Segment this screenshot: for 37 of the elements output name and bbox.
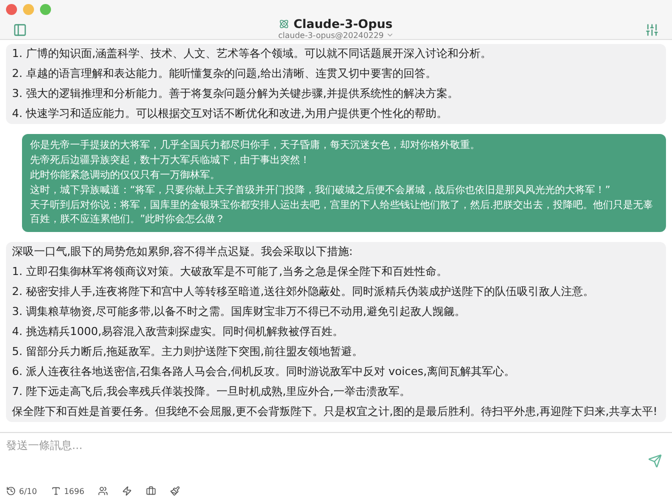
message-text: 深吸一口气,眼下的局势危如累卵,容不得半点迟疑。我会采取以下措施: bbox=[12, 245, 354, 259]
toolbar-button[interactable]: 6/10 bbox=[6, 486, 37, 496]
message-text: 4. 快速学习和适应能力。可以根据交互对话不断优化和改进,为用户提供更个性化的帮助。 bbox=[12, 107, 448, 121]
message-text: 4. 挑选精兵1000,易容混入敌营刺探虚实。同时伺机解救被俘百姓。 bbox=[12, 325, 344, 339]
close-button[interactable] bbox=[6, 4, 17, 15]
briefcase-icon[interactable] bbox=[146, 486, 156, 496]
message-text: 你是先帝一手提拔的大将军，几乎全国兵力都尽归你手，天子昏庸，每天沉迷女色，却对你格外敬重。 bbox=[30, 139, 481, 153]
message-text: 5. 留部分兵力断后,拖延敌军。主力则护送陛下突围,前往盟友领地暂避。 bbox=[12, 345, 364, 359]
chevron-down-icon[interactable] bbox=[386, 31, 394, 39]
message-text: 这时，城下异族喊道：“将军，只要你献上天子首级并开门投降，我们破城之后便不会屠城，战后你也依旧是那风风光光的大将军！” bbox=[30, 184, 612, 198]
maximize-button[interactable] bbox=[40, 4, 51, 15]
toolbar-button[interactable]: 1696 bbox=[50, 486, 84, 496]
message-text: 保全陛下和百姓是首要任务。但我绝不会屈服,更不会背叛陛下。只是权宜之计,图的是最后胜利。待扫平外患,再迎陛下归来,共享太平! bbox=[12, 405, 658, 419]
message-text: 3. 强大的逻辑推理和分析能力。善于将复杂问题分解为关键步骤,并提供系统性的解决方案。 bbox=[12, 87, 460, 101]
message-text: 2. 卓越的语言理解和表达能力。能听懂复杂的问题,给出清晰、连贯又切中要害的回答。 bbox=[12, 67, 438, 81]
atom-icon bbox=[279, 18, 290, 28]
message-text: 1. 立即召集御林军将领商议对策。大破敌军是不可能了,当务之急是保全陛下和百姓性命。 bbox=[12, 265, 448, 279]
message-text: 1. 广博的知识面,涵盖科学、技术、人文、艺术等各个领域。可以就不同话题展开深入讨论和分析。 bbox=[12, 47, 492, 61]
message-text: 天子听到后对你说：将军，国库里的金银珠宝你都安排人运出去吧，宫里的下人给些钱让他们散了，然后.把朕交出去，投降吧。他们只是无辜百姓，朕不应连累他们。”此时你会怎么做？ bbox=[30, 199, 654, 227]
brush-icon[interactable] bbox=[170, 486, 180, 496]
message-text: 此时你能紧急调动的仅仅只有一万御林军。 bbox=[30, 169, 221, 183]
send-icon[interactable] bbox=[648, 454, 662, 468]
settings-icon[interactable] bbox=[645, 23, 659, 37]
message-text: 3. 调集粮草物资,尽可能多带,以备不时之需。国库财宝非万不得已不动用,避免引起敌人觊觎。 bbox=[12, 305, 466, 319]
text-icon bbox=[50, 486, 61, 496]
minimize-button[interactable] bbox=[23, 4, 34, 15]
message-text: 2. 秘密安排人手,连夜将陛下和宫中人等转移至暗道,送往郊外隐蔽处。同时派精兵伪装成护送陛下的队伍吸引敌人注意。 bbox=[12, 285, 595, 299]
message-text: 7. 陛下远走高飞后,我会率残兵佯装投降。一旦时机成熟,里应外合,一举击溃敌军。 bbox=[12, 385, 412, 399]
people-icon[interactable] bbox=[98, 486, 108, 496]
sidebar-icon[interactable] bbox=[13, 23, 27, 37]
message-text: 6. 派人连夜往各地送密信,召集各路人马会合,伺机反攻。同时游说敌军中反对 voices,离间瓦解其军心。 bbox=[12, 365, 516, 379]
lightning-icon[interactable] bbox=[122, 486, 132, 496]
window-title: Claude-3-Opus bbox=[293, 16, 393, 30]
message-text: 先帝死后边疆异族突起，数十万大军兵临城下，由于事出突然！ bbox=[30, 154, 311, 168]
message-input[interactable]: 發送一條訊息... bbox=[6, 437, 664, 454]
history-icon bbox=[6, 486, 16, 496]
model-name[interactable]: claude-3-opus@20240229 bbox=[278, 30, 384, 40]
